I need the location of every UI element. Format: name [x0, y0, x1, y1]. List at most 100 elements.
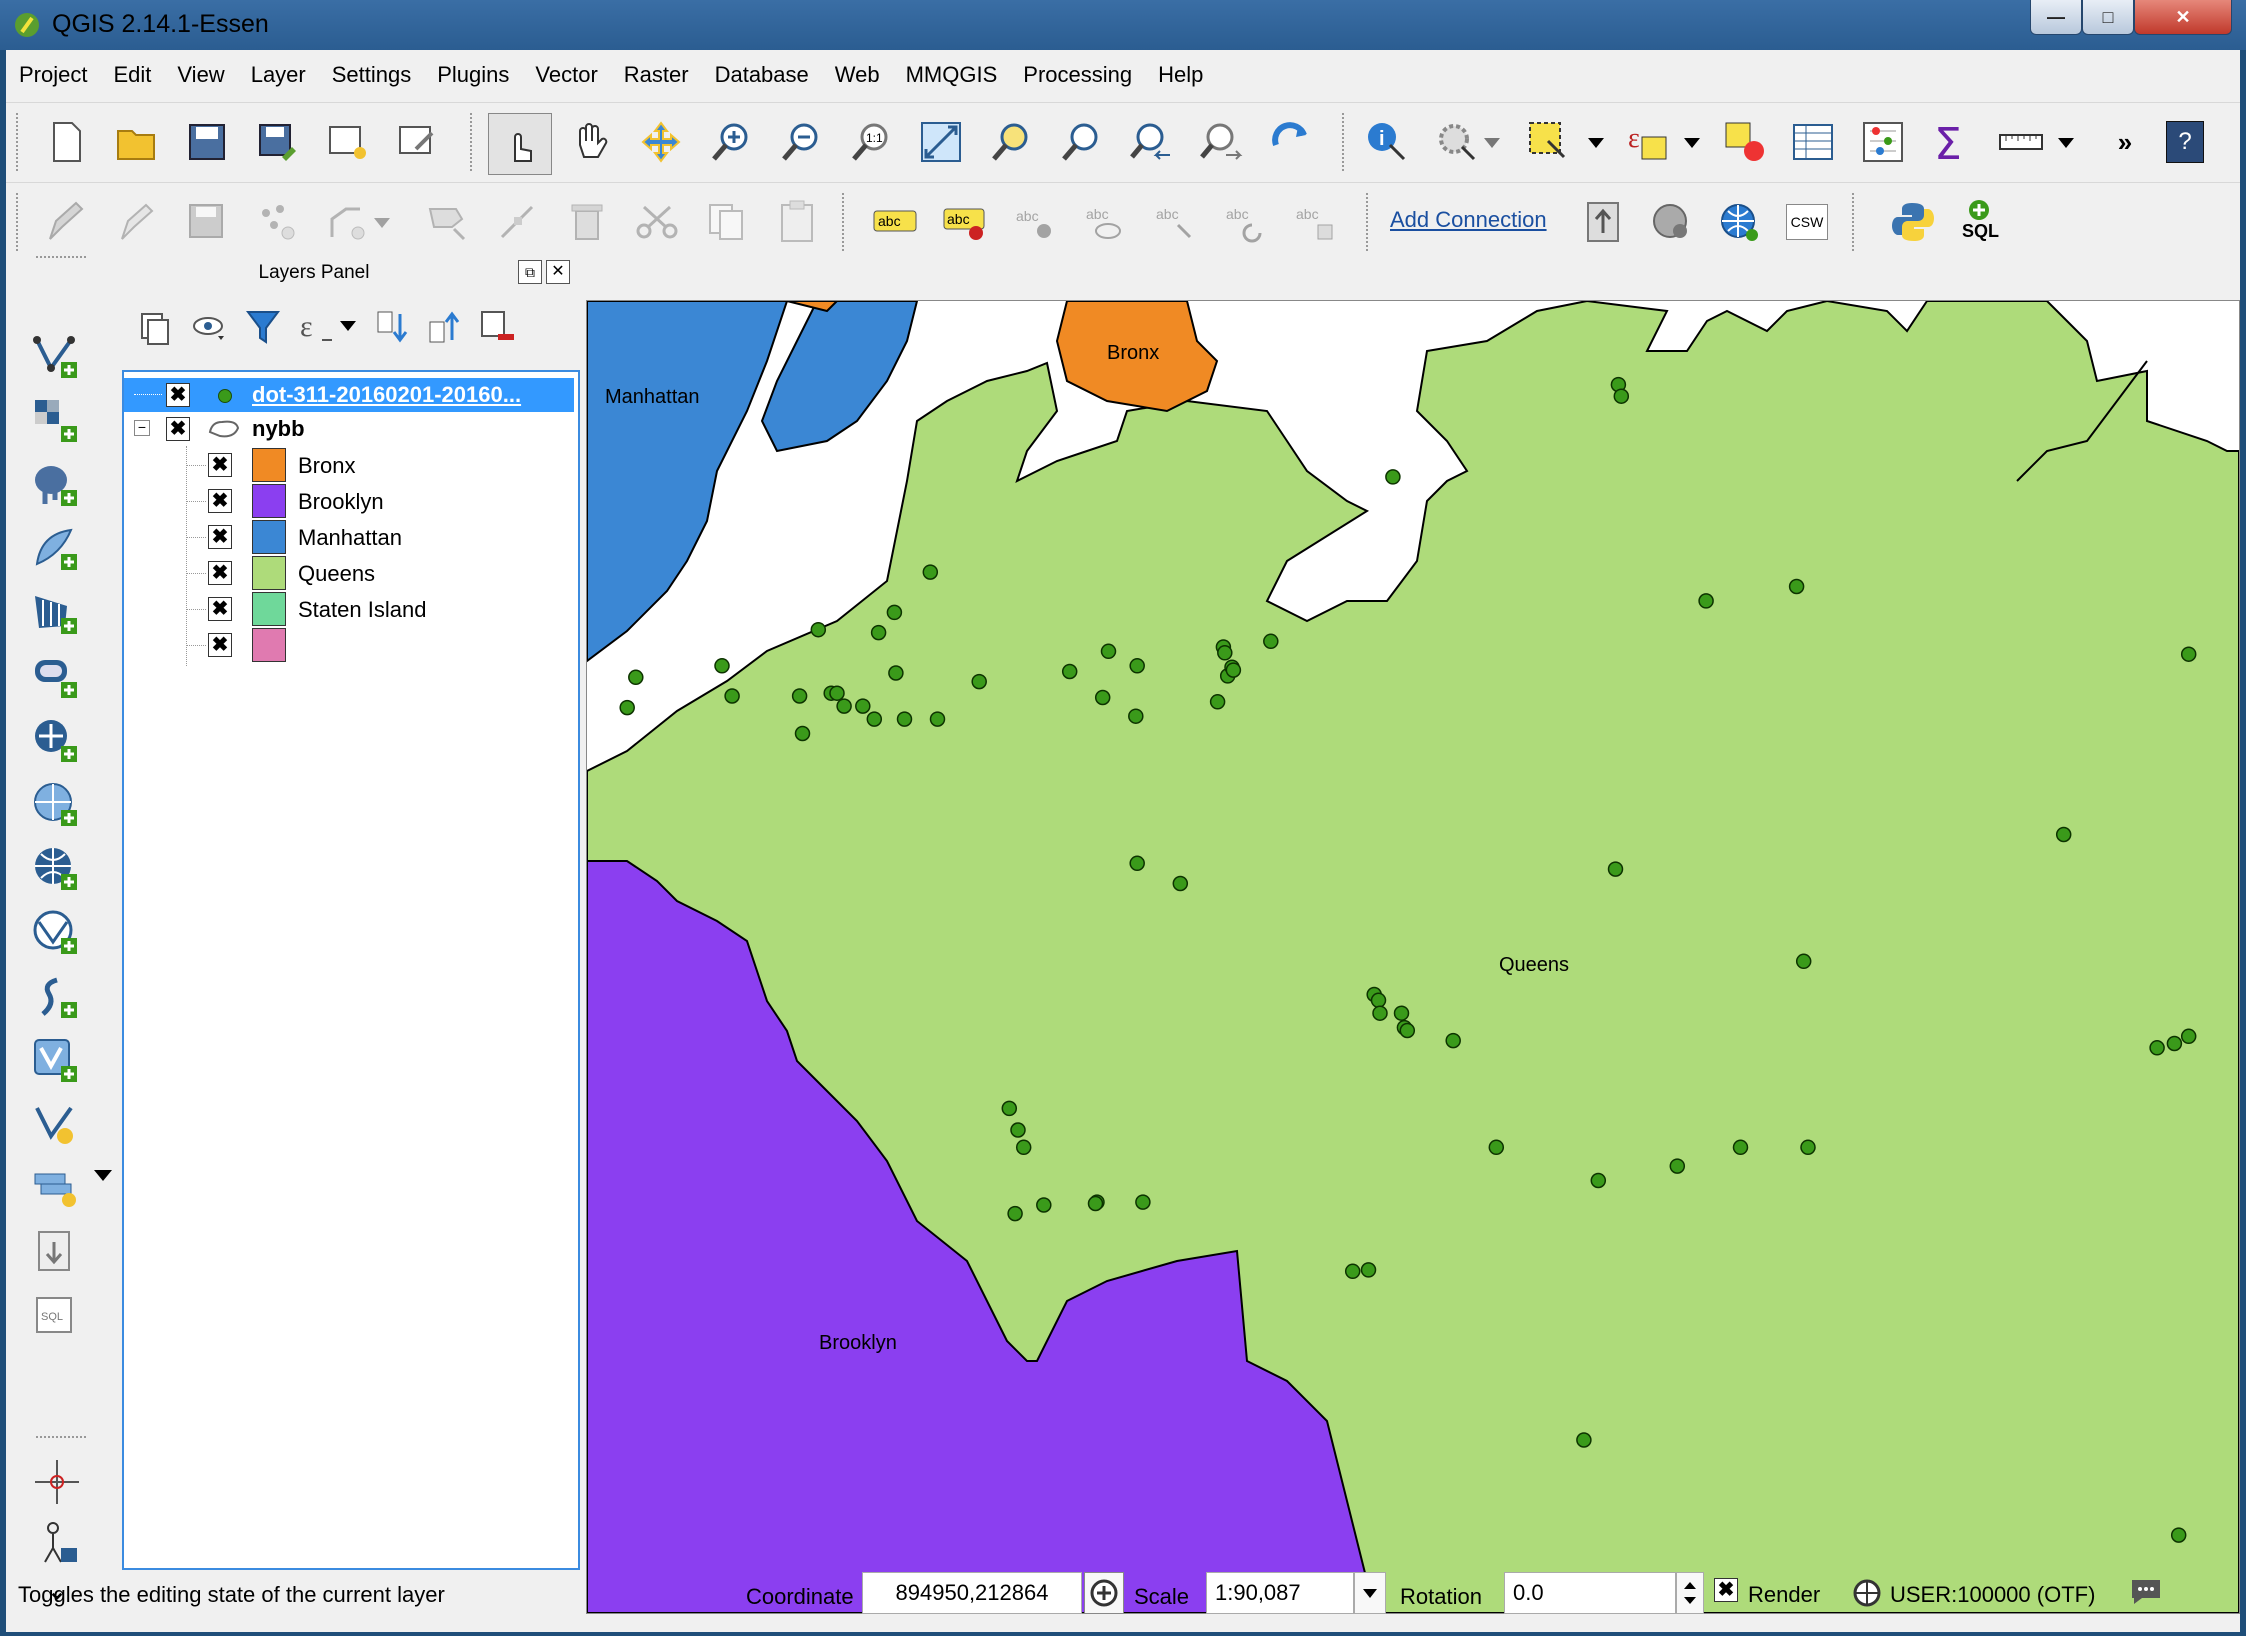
point-feature[interactable] [1007, 1205, 1023, 1222]
refresh-icon[interactable] [1266, 117, 1316, 167]
add-mssql-layer-icon[interactable] [26, 586, 88, 642]
add-raster-layer-icon[interactable] [26, 394, 88, 450]
category-checkbox[interactable]: ✖ [208, 561, 232, 585]
chevron-down-icon[interactable] [336, 310, 360, 340]
category-checkbox[interactable]: ✖ [208, 453, 232, 477]
point-feature[interactable] [2055, 826, 2072, 843]
cut-features-icon[interactable] [632, 197, 682, 247]
add-spatialite-layer-icon[interactable] [26, 522, 88, 578]
point-feature[interactable] [855, 698, 871, 714]
toolbar-grip[interactable] [1852, 193, 1858, 251]
point-feature[interactable] [810, 621, 827, 638]
point-feature[interactable] [619, 699, 635, 716]
toolbar-grip[interactable] [842, 193, 848, 251]
menu-raster[interactable]: Raster [611, 56, 702, 96]
collapse-all-icon[interactable] [420, 302, 470, 352]
point-feature[interactable] [1669, 1158, 1686, 1174]
expand-all-icon[interactable] [368, 302, 418, 352]
point-feature[interactable] [1129, 855, 1145, 872]
composer-manager-icon[interactable] [392, 117, 442, 167]
show-hide-labels-icon[interactable]: abc [1080, 197, 1130, 247]
zoom-to-selection-icon[interactable] [986, 117, 1036, 167]
float-panel-icon[interactable]: ⧉ [518, 260, 542, 284]
chevron-down-icon[interactable] [1680, 127, 1704, 157]
point-feature[interactable] [886, 604, 903, 621]
point-feature[interactable] [1800, 1139, 1816, 1156]
point-feature[interactable] [2149, 1040, 2165, 1056]
minimize-button[interactable]: — [2030, 0, 2082, 35]
point-feature[interactable] [1172, 875, 1189, 892]
map-canvas[interactable]: Bronx Manhattan Queens Brooklyn [586, 300, 2240, 1614]
point-feature[interactable] [1015, 1139, 1032, 1156]
zoom-native-icon[interactable]: 1:1 [846, 117, 896, 167]
point-feature[interactable] [1263, 633, 1279, 650]
web-service-icon[interactable] [1646, 197, 1696, 247]
point-feature[interactable] [1590, 1172, 1607, 1189]
menu-project[interactable]: Project [6, 56, 100, 96]
point-feature[interactable] [1393, 1005, 1410, 1021]
point-feature[interactable] [1370, 992, 1387, 1009]
crs-label[interactable]: USER:100000 (OTF) [1890, 1582, 2095, 1608]
pin-labels-icon[interactable]: abc [1010, 197, 1060, 247]
toolbar-overflow-button[interactable]: » [2100, 117, 2150, 167]
add-wcs-layer-icon[interactable] [26, 842, 88, 898]
pan-to-selection-icon[interactable] [636, 117, 686, 167]
point-feature[interactable] [1607, 861, 1624, 877]
save-as-icon[interactable] [252, 117, 302, 167]
add-wms-icon[interactable] [1714, 197, 1764, 247]
select-by-expression-icon[interactable]: ε [1622, 117, 1672, 167]
menu-web[interactable]: Web [822, 56, 893, 96]
point-feature[interactable] [1010, 1122, 1026, 1138]
deselect-all-icon[interactable] [1720, 117, 1770, 167]
point-feature[interactable] [1087, 1195, 1104, 1212]
chevron-down-icon[interactable] [370, 207, 394, 237]
point-feature[interactable] [1135, 1194, 1151, 1210]
point-feature[interactable] [1732, 1139, 1749, 1156]
identify-features-icon[interactable]: i [1362, 117, 1412, 167]
point-feature[interactable] [836, 698, 852, 714]
point-feature[interactable] [1372, 1005, 1388, 1021]
point-feature[interactable] [1445, 1032, 1461, 1049]
toolbar-grip[interactable] [16, 113, 22, 171]
toolbar-grip[interactable] [36, 256, 86, 262]
layer-labeling-icon[interactable]: abc [940, 197, 990, 247]
point-feature[interactable] [1100, 643, 1117, 660]
category-checkbox[interactable]: ✖ [208, 489, 232, 513]
point-feature[interactable] [896, 711, 913, 727]
toolbar-grip[interactable] [470, 113, 476, 171]
menu-edit[interactable]: Edit [100, 56, 164, 96]
layer-visibility-checkbox[interactable]: ✖ [166, 417, 190, 441]
new-shapefile-layer-icon[interactable] [26, 1098, 88, 1154]
add-delimited-text-layer-icon[interactable] [26, 970, 88, 1026]
embed-layers-icon[interactable] [26, 1226, 88, 1282]
point-feature[interactable] [1036, 1197, 1052, 1213]
point-feature[interactable] [1225, 662, 1242, 678]
point-feature[interactable] [1399, 1022, 1416, 1039]
point-feature[interactable] [1788, 578, 1805, 595]
point-feature[interactable] [870, 624, 887, 641]
point-feature[interactable] [1128, 708, 1144, 724]
layer-row-nybb[interactable]: − ✖ nybb [124, 412, 574, 446]
move-feature-icon[interactable] [422, 197, 472, 247]
add-connection-link[interactable]: Add Connection [1390, 207, 1547, 233]
add-virtual-layer-icon[interactable] [26, 1034, 88, 1090]
add-postgis-layer-icon[interactable] [26, 458, 88, 514]
db-manager-sql-icon[interactable]: SQL [1956, 197, 2006, 247]
toggle-extents-icon[interactable] [1084, 1572, 1124, 1614]
paste-features-icon[interactable] [772, 197, 822, 247]
point-feature[interactable] [1094, 689, 1111, 706]
point-feature[interactable] [1576, 1432, 1592, 1448]
zoom-in-icon[interactable] [706, 117, 756, 167]
point-feature[interactable] [1061, 663, 1078, 680]
move-label-icon[interactable]: abc [1150, 197, 1200, 247]
legend-item-queens[interactable]: ✖ Queens [124, 556, 574, 590]
new-print-composer-icon[interactable] [322, 117, 372, 167]
point-feature[interactable] [1613, 388, 1630, 404]
statistics-icon[interactable] [1858, 117, 1908, 167]
change-label-icon[interactable]: abc [1290, 197, 1340, 247]
point-feature[interactable] [866, 711, 883, 727]
toggle-editing-icon[interactable] [40, 197, 90, 247]
point-feature[interactable] [929, 711, 946, 727]
zoom-full-icon[interactable] [916, 117, 966, 167]
point-feature[interactable] [2170, 1527, 2187, 1543]
